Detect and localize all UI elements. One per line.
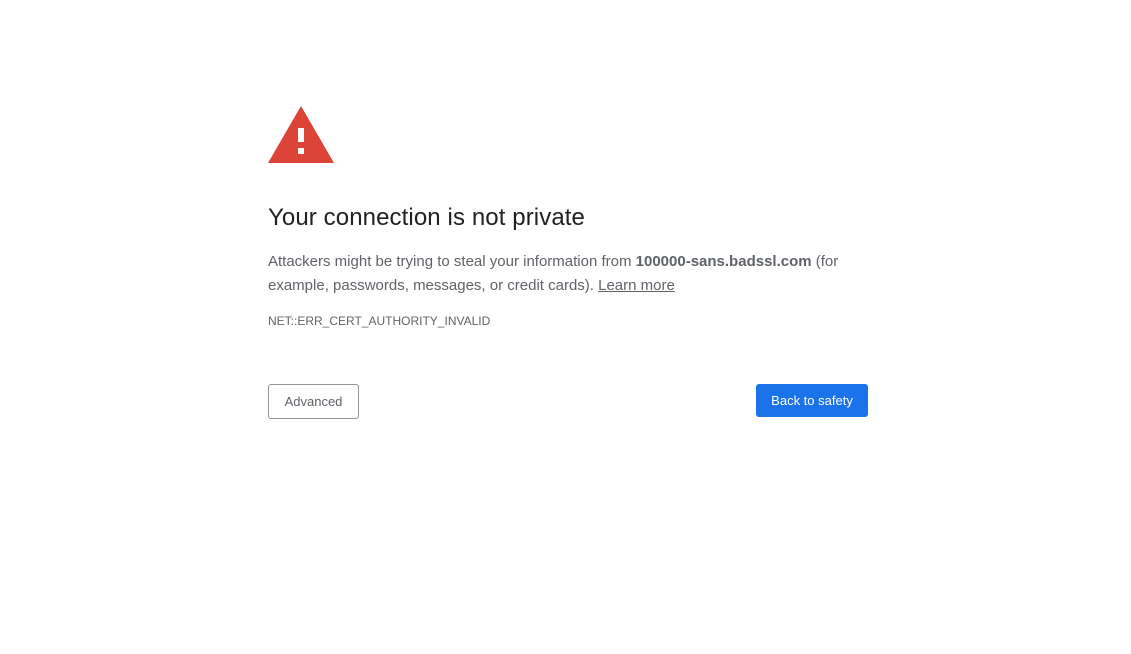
learn-more-link[interactable]: Learn more <box>598 277 675 294</box>
host-name: 100000-sans.badssl.com <box>635 253 812 270</box>
explanation-prefix: Attackers might be trying to steal your … <box>268 253 636 270</box>
error-code: NET::ERR_CERT_AUTHORITY_INVALID <box>268 314 491 328</box>
advanced-button[interactable]: Advanced <box>268 384 359 419</box>
interstitial-page: Your connection is not private Attackers… <box>0 0 1131 654</box>
page-title: Your connection is not private <box>268 204 585 231</box>
explanation-text: Attackers might be trying to steal your … <box>268 250 868 298</box>
warning-triangle-icon <box>268 106 334 163</box>
back-to-safety-button[interactable]: Back to safety <box>756 384 868 417</box>
